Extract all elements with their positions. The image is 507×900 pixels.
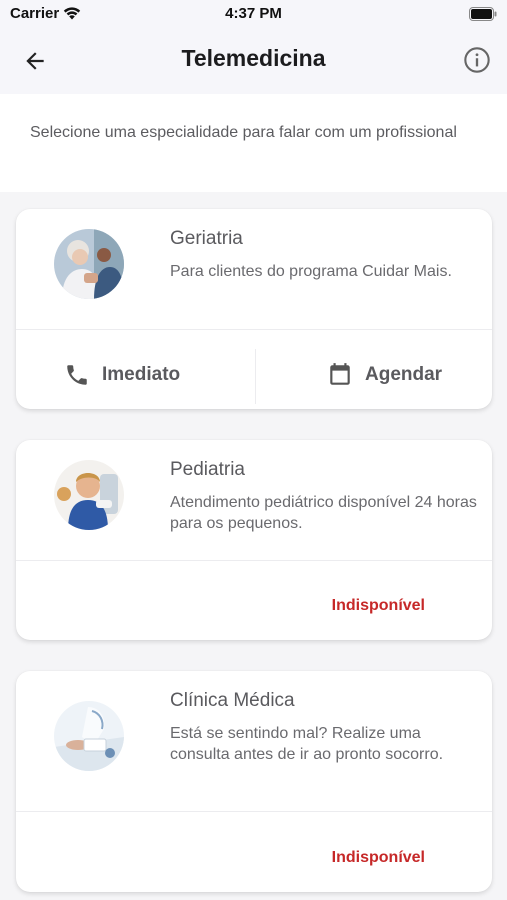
calendar-icon bbox=[330, 363, 350, 385]
action-divider bbox=[255, 349, 256, 404]
status-unavailable: Indisponível bbox=[331, 597, 425, 614]
page-title: Telemedicina bbox=[181, 45, 326, 71]
info-icon[interactable] bbox=[463, 46, 491, 74]
specialty-name: Pediatria bbox=[170, 459, 245, 480]
pediatria-avatar bbox=[54, 460, 124, 530]
status-bar: Carrier 4:37 PM bbox=[0, 0, 507, 28]
specialty-card-pediatria[interactable]: Pediatria Atendimento pediátrico disponí… bbox=[16, 440, 492, 640]
card-divider bbox=[16, 811, 492, 812]
schedule-button[interactable]: Agendar bbox=[327, 362, 442, 388]
specialty-description: Atendimento pediátrico disponível 24 hor… bbox=[170, 494, 477, 532]
schedule-label: Agendar bbox=[365, 364, 443, 385]
specialty-description: Está se sentindo mal? Realize uma consul… bbox=[170, 725, 444, 763]
immediate-call-button[interactable]: Imediato bbox=[64, 362, 180, 388]
specialty-name: Geriatria bbox=[170, 228, 243, 249]
intro-text: Selecione uma especialidade para falar c… bbox=[30, 124, 457, 141]
phone-icon bbox=[67, 365, 87, 385]
specialty-name: Clínica Médica bbox=[170, 690, 295, 711]
specialty-description: Para clientes do programa Cuidar Mais. bbox=[170, 263, 452, 280]
specialty-card-clinica-medica[interactable]: Clínica Médica Está se sentindo mal? Rea… bbox=[16, 671, 492, 892]
immediate-label: Imediato bbox=[102, 364, 181, 385]
intro-section: Selecione uma especialidade para falar c… bbox=[0, 94, 507, 192]
status-unavailable: Indisponível bbox=[331, 849, 425, 866]
battery-icon bbox=[469, 7, 497, 21]
specialty-card-geriatria: Geriatria Para clientes do programa Cuid… bbox=[16, 209, 492, 409]
geriatria-avatar bbox=[54, 229, 124, 299]
status-time: 4:37 PM bbox=[225, 5, 282, 22]
card-divider bbox=[16, 329, 492, 330]
clinica-medica-avatar bbox=[54, 701, 124, 771]
card-divider bbox=[16, 560, 492, 561]
navigation-bar: Telemedicina bbox=[0, 28, 507, 94]
